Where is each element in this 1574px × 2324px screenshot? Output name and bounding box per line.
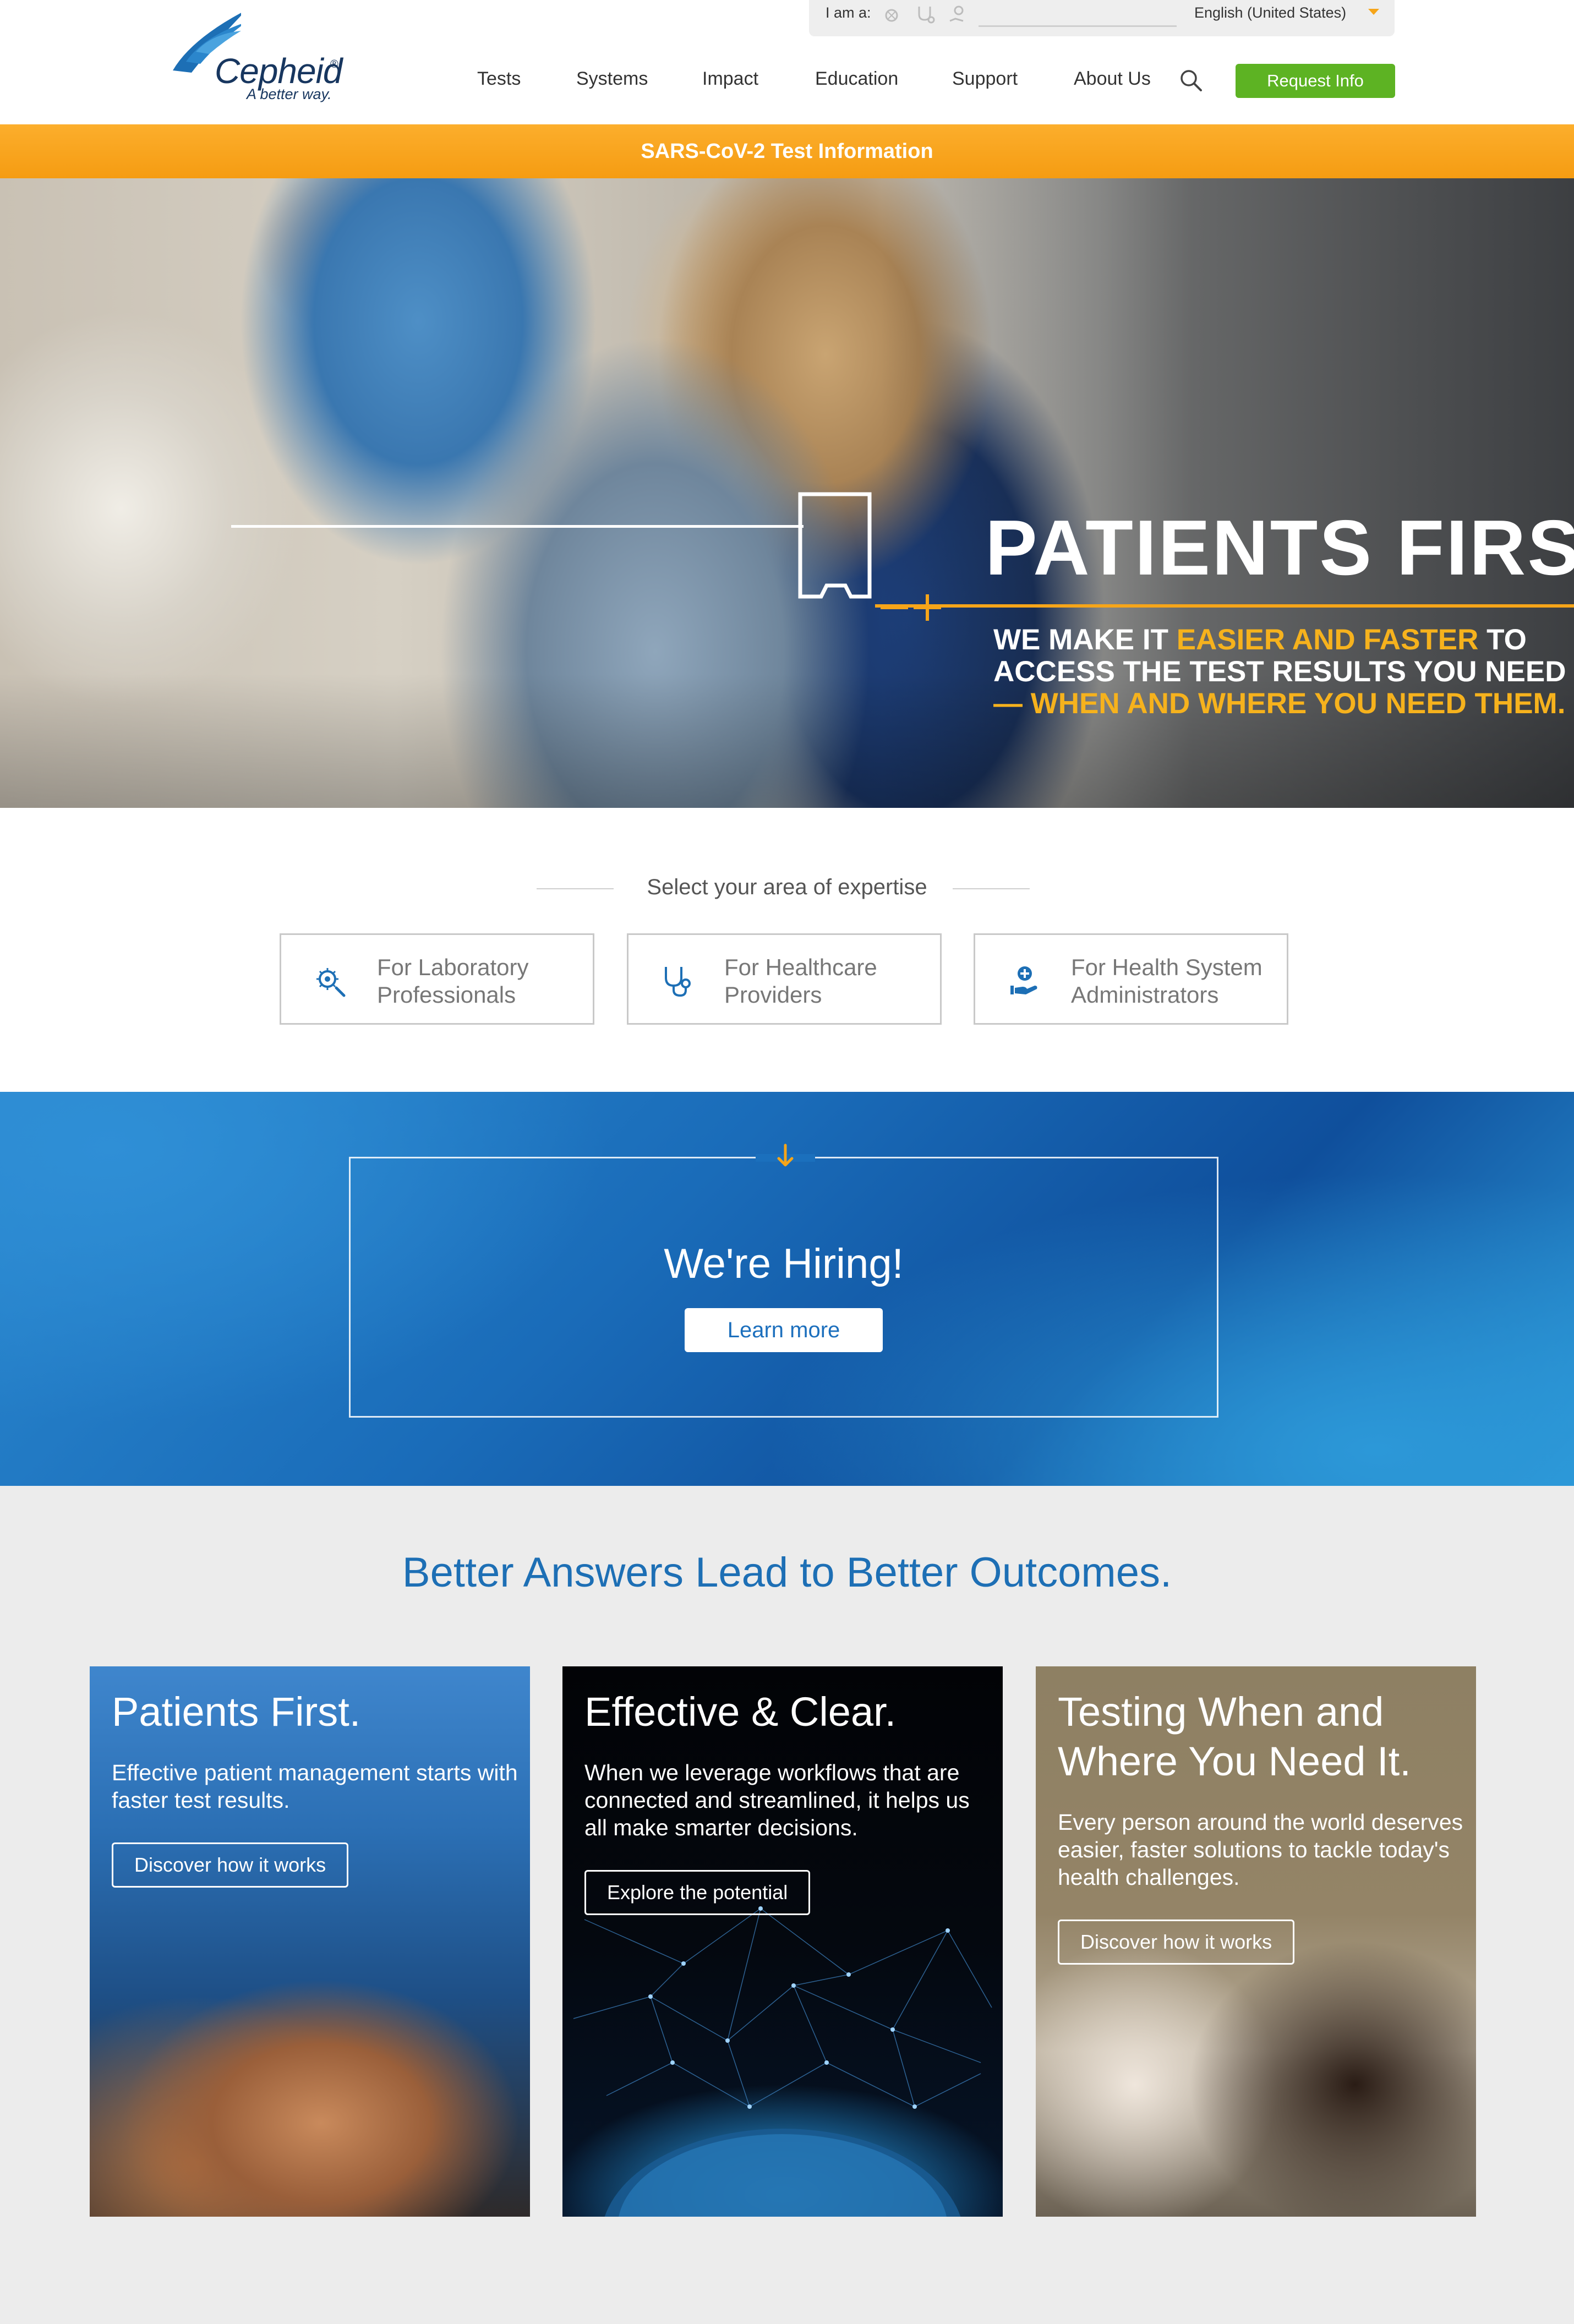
discover-how-button[interactable]: Discover how it works <box>1058 1920 1295 1965</box>
network-globe-icon <box>573 1906 992 2217</box>
outcome-card-title: Patients First. <box>112 1687 360 1737</box>
microscope-virus-icon <box>316 968 346 997</box>
nav-tests[interactable]: Tests <box>477 68 521 90</box>
nav-impact[interactable]: Impact <box>702 68 758 90</box>
site-header: I am a: English (United States) Cepheid … <box>0 0 1574 124</box>
provider-role-icon[interactable] <box>914 3 936 25</box>
outcome-card-title-line: Testing When and <box>1058 1689 1384 1735</box>
hero-title-text: PATIENTS FIRST <box>985 504 1574 592</box>
outcome-card-desc-line: When we leverage workflows that are <box>584 1760 960 1785</box>
expertise-card-healthcare[interactable]: For Healthcare Providers <box>627 933 942 1025</box>
expertise-card-admin[interactable]: For Health System Administrators <box>974 933 1288 1025</box>
outcome-card-desc-line: health challenges. <box>1058 1864 1240 1890</box>
cepheid-logo[interactable]: Cepheid ® A better way. <box>170 11 346 105</box>
explore-potential-button[interactable]: Explore the potential <box>584 1870 811 1915</box>
learn-more-button[interactable]: Learn more <box>685 1308 883 1352</box>
nav-about-us[interactable]: About Us <box>1074 68 1151 90</box>
outcome-card-desc-line: Every person around the world deserves <box>1058 1809 1463 1835</box>
expertise-card-label: For Laboratory Professionals <box>377 954 528 1009</box>
outcome-card-title-line: Patients First. <box>112 1689 361 1735</box>
hero-white-line <box>231 525 804 528</box>
hiring-box: We're Hiring! Learn more <box>349 1144 1218 1418</box>
arrow-down-icon <box>777 1144 794 1167</box>
hero-sub-highlight: EASIER AND FASTER <box>1176 624 1479 656</box>
hero-subtitle-line2: ACCESS THE TEST RESULTS YOU NEED <box>993 655 1566 688</box>
hero-subtitle-line1: WE MAKE IT EASIER AND FASTER TO <box>993 624 1566 656</box>
nav-systems[interactable]: Systems <box>576 68 648 90</box>
outcomes-section: Better Answers Lead to Better Outcomes. … <box>0 1486 1574 2324</box>
covid-banner-label[interactable]: SARS-CoV-2 Test Information <box>641 140 933 163</box>
language-selector[interactable]: English (United States) <box>1194 4 1346 21</box>
expertise-card-line1: For Health System <box>1071 954 1263 980</box>
nav-support[interactable]: Support <box>952 68 1018 90</box>
outcome-card-title: Testing When and Where You Need It. <box>1058 1687 1411 1786</box>
outcome-card-desc: When we leverage workflows that are conn… <box>584 1759 970 1841</box>
lab-role-icon[interactable] <box>881 3 903 25</box>
hero-orange-line <box>875 604 1574 608</box>
outcome-card-patients-first[interactable]: Patients First. Effective patient manage… <box>90 1666 530 2217</box>
iam-label: I am a: <box>826 4 871 21</box>
utility-bar: I am a: English (United States) <box>809 0 1395 36</box>
hero-banner: PATIENTS FIRST. WE MAKE IT EASIER AND FA… <box>0 178 1574 808</box>
outcome-card-desc-line: easier, faster solutions to tackle today… <box>1058 1837 1450 1862</box>
expertise-card-line2: Professionals <box>377 982 516 1008</box>
outcome-card-title-line: Effective & Clear. <box>584 1689 897 1735</box>
outcome-card-title-line: Where You Need It. <box>1058 1738 1411 1784</box>
outcome-card-desc: Effective patient management starts with… <box>112 1759 518 1814</box>
request-info-button[interactable]: Request Info <box>1236 64 1395 98</box>
discover-how-button[interactable]: Discover how it works <box>112 1842 349 1888</box>
hero-sub-part: TO <box>1478 624 1527 656</box>
role-input-line[interactable] <box>979 25 1177 27</box>
covid-banner[interactable]: SARS-CoV-2 Test Information <box>0 124 1574 178</box>
logo-wordmark: Cepheid <box>215 51 342 91</box>
hero-subtitle: WE MAKE IT EASIER AND FASTER TO ACCESS T… <box>993 624 1566 720</box>
hero-sub-part: WE MAKE IT <box>993 624 1177 656</box>
outcome-card-desc-line: faster test results. <box>112 1787 290 1813</box>
logo-registered: ® <box>330 58 338 70</box>
hero-subtitle-line3: — WHEN AND WHERE YOU NEED THEM. <box>993 687 1566 720</box>
admin-role-icon[interactable] <box>947 3 969 25</box>
expertise-card-label: For Health System Administrators <box>1071 954 1263 1009</box>
outcome-card-title: Effective & Clear. <box>584 1687 896 1737</box>
hero-title: PATIENTS FIRST. <box>985 503 1574 593</box>
outcome-card-testing-when-where[interactable]: Testing When and Where You Need It. Ever… <box>1036 1666 1476 2217</box>
outcomes-title: Better Answers Lead to Better Outcomes. <box>402 1549 1172 1596</box>
expertise-heading: Select your area of expertise <box>647 875 927 899</box>
hand-plus-icon <box>1010 966 1037 994</box>
expertise-card-line1: For Laboratory <box>377 954 529 980</box>
expertise-card-label: For Healthcare Providers <box>724 954 877 1009</box>
outcome-card-desc-line: all make smarter decisions. <box>584 1815 858 1840</box>
expertise-card-line2: Providers <box>724 982 822 1008</box>
chevron-down-icon[interactable] <box>1368 9 1379 15</box>
hiring-title: We're Hiring! <box>664 1240 904 1287</box>
expertise-card-laboratory[interactable]: For Laboratory Professionals <box>280 933 594 1025</box>
search-icon[interactable] <box>1178 67 1204 94</box>
expertise-card-line1: For Healthcare <box>724 954 877 980</box>
nav-education[interactable]: Education <box>815 68 898 90</box>
outcome-card-desc-line: connected and streamlined, it helps us <box>584 1787 970 1813</box>
hiring-section: We're Hiring! Learn more <box>0 1092 1574 1486</box>
logo-tagline: A better way. <box>247 86 332 102</box>
expertise-card-line2: Administrators <box>1071 982 1219 1008</box>
outcome-card-desc: Every person around the world deserves e… <box>1058 1808 1463 1891</box>
outcome-card-desc-line: Effective patient management starts with <box>112 1760 518 1785</box>
outcome-card-effective-clear[interactable]: Effective & Clear. When we leverage work… <box>562 1666 1003 2217</box>
stethoscope-icon <box>665 967 691 997</box>
